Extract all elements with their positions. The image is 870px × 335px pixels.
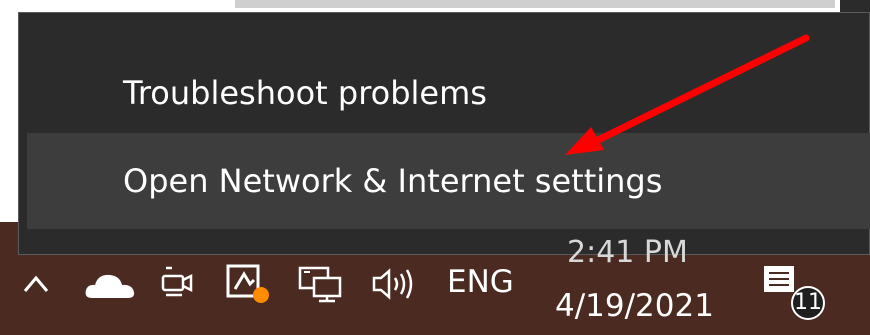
language-indicator[interactable]: ENG (447, 264, 514, 300)
onedrive-cloud-icon[interactable] (82, 268, 138, 304)
network-icon[interactable] (296, 264, 348, 304)
volume-icon[interactable] (368, 264, 418, 304)
menu-item-label: Open Network & Internet settings (123, 162, 663, 200)
warning-dot-icon (253, 287, 269, 303)
background-window-edge (235, 0, 835, 8)
notification-count-badge: 11 (791, 286, 825, 320)
menu-item-network-settings[interactable]: Open Network & Internet settings (27, 133, 870, 229)
network-context-menu: Troubleshoot problems Open Network & Int… (18, 12, 870, 255)
background-window-corner (840, 0, 870, 12)
chevron-up-icon[interactable] (22, 271, 50, 295)
camera-icon[interactable] (160, 264, 194, 300)
menu-item-label: Troubleshoot problems (123, 74, 487, 112)
clock-time[interactable]: 2:41 PM (567, 238, 688, 268)
background-window-strip (0, 0, 870, 12)
menu-item-troubleshoot[interactable]: Troubleshoot problems (27, 47, 870, 139)
security-icon[interactable] (224, 262, 274, 306)
clock-date[interactable]: 4/19/2021 (555, 288, 714, 324)
